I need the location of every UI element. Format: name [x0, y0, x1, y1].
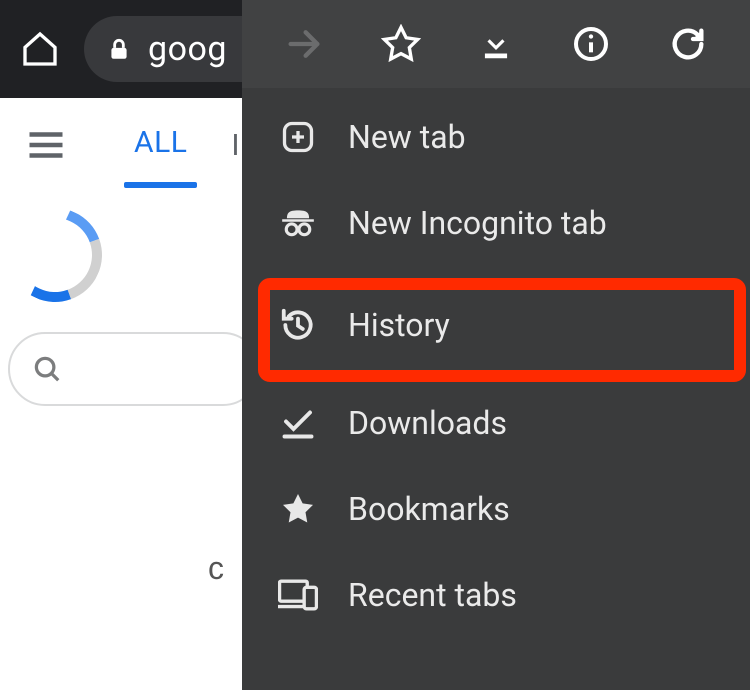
- menu-item-downloads[interactable]: Downloads: [242, 380, 750, 466]
- search-input[interactable]: [8, 332, 260, 406]
- overflow-menu: New tab New Incognito tab: [242, 0, 750, 690]
- download-icon[interactable]: [477, 25, 515, 63]
- menu-item-label: History: [348, 306, 450, 344]
- home-icon[interactable]: [20, 29, 60, 69]
- tab-underline: [124, 182, 197, 188]
- menu-toolbar: [242, 0, 750, 88]
- lock-icon: [106, 34, 132, 64]
- menu-item-new-tab[interactable]: New tab: [242, 94, 750, 180]
- star-outline-icon[interactable]: [381, 24, 421, 64]
- history-icon: [278, 306, 318, 344]
- menu-item-incognito[interactable]: New Incognito tab: [242, 180, 750, 266]
- reload-icon[interactable]: [668, 24, 708, 64]
- menu-item-label: Downloads: [348, 404, 507, 442]
- tab-all-label: ALL: [134, 125, 187, 160]
- tab-all[interactable]: ALL: [130, 125, 191, 166]
- menu-item-label: New Incognito tab: [348, 204, 607, 242]
- incognito-icon: [278, 204, 318, 242]
- checkmark-icon: [278, 406, 318, 440]
- menu-item-recent-tabs[interactable]: Recent tabs: [242, 552, 750, 638]
- star-icon: [278, 491, 318, 527]
- search-icon: [32, 354, 62, 384]
- forward-icon[interactable]: [284, 24, 324, 64]
- menu-list: New tab New Incognito tab: [242, 88, 750, 638]
- menu-item-history[interactable]: History: [242, 282, 750, 368]
- plus-box-icon: [278, 119, 318, 155]
- menu-item-label: Recent tabs: [348, 576, 517, 614]
- menu-item-label: Bookmarks: [348, 490, 510, 528]
- address-text: goog: [148, 29, 227, 69]
- devices-icon: [278, 578, 318, 612]
- menu-item-label: New tab: [348, 118, 466, 156]
- menu-item-bookmarks[interactable]: Bookmarks: [242, 466, 750, 552]
- info-icon[interactable]: [571, 24, 611, 64]
- hamburger-icon[interactable]: [28, 131, 64, 159]
